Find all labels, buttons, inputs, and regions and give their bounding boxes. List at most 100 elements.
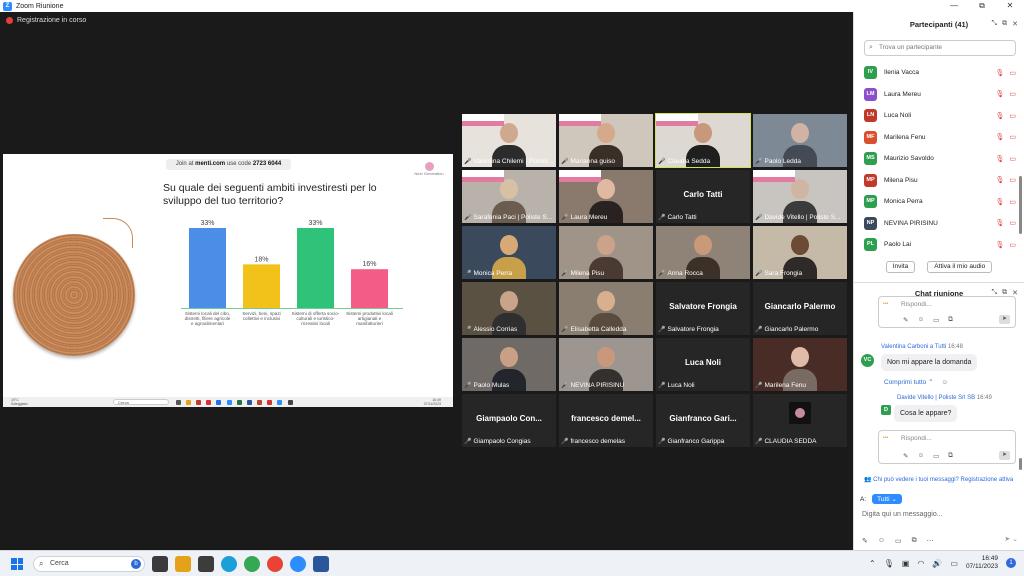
participant-row[interactable]: LM Laura Mereu 🎙 ▭ bbox=[864, 84, 1016, 106]
format-icon[interactable]: ✎ bbox=[903, 316, 908, 324]
chrome-profile-icon[interactable] bbox=[267, 556, 283, 572]
emoji-icon[interactable]: ☺ bbox=[917, 316, 924, 324]
participant-display-name: Luca Noli bbox=[684, 358, 721, 367]
participant-video-tile[interactable]: 🎤 Alessio Corrias bbox=[462, 282, 556, 335]
camera-icon[interactable]: ▣ bbox=[902, 559, 910, 568]
participant-video-tile[interactable]: 🎤 Monica Perra bbox=[462, 226, 556, 279]
participant-row[interactable]: PL Paolo Lai 🎙 ▭ bbox=[864, 234, 1016, 256]
send-icon[interactable]: ➤ bbox=[999, 315, 1010, 324]
minimize-button[interactable]: — bbox=[940, 1, 968, 11]
participant-video-tile[interactable]: Gianfranco Gari... 🎤 Gianfranco Garippa bbox=[656, 394, 750, 447]
emoji-icon[interactable]: ☺ bbox=[878, 537, 885, 545]
participant-row[interactable]: MP Milena Pisu 🎙 ▭ bbox=[864, 170, 1016, 192]
word-icon[interactable] bbox=[313, 556, 329, 572]
more-icon[interactable]: ⋯ bbox=[927, 537, 934, 545]
bing-icon[interactable]: b bbox=[131, 559, 141, 569]
clock-date: 07/11/2023 bbox=[965, 563, 998, 570]
chevron-up-icon[interactable]: ⌃ bbox=[869, 559, 876, 568]
recipient-dropdown[interactable]: Tutti ⌄ bbox=[872, 494, 902, 504]
microphone-icon[interactable]: 🎙 bbox=[884, 559, 894, 568]
participants-scrollbar[interactable] bbox=[1019, 176, 1022, 234]
speaker-icon[interactable]: 🔊 bbox=[932, 559, 942, 568]
invite-button[interactable]: Invita bbox=[885, 261, 916, 273]
participant-row[interactable]: MP Monica Perra 🎙 ▭ bbox=[864, 191, 1016, 213]
participant-video-tile[interactable]: 🎤 Marilena Fenu bbox=[753, 338, 847, 391]
popout-icon[interactable]: ⧉ bbox=[1002, 20, 1007, 28]
file-explorer-icon[interactable] bbox=[175, 556, 191, 572]
send-message-button[interactable]: ➤ ⌄ bbox=[1004, 535, 1018, 543]
close-button[interactable]: ✕ bbox=[996, 1, 1024, 11]
participant-video-tile[interactable]: 🎤 Paolo Ledda bbox=[753, 114, 847, 167]
participant-video-tile[interactable]: 🎤 CLAUDIA SEDDA bbox=[753, 394, 847, 447]
participant-video-tile[interactable]: 🎤 Anna Rocca bbox=[656, 226, 750, 279]
participant-video-tile[interactable]: 🎤 Sarafenia Paci | Poliste S... bbox=[462, 170, 556, 223]
participant-row[interactable]: NP NEVINA PIRISINU 🎙 ▭ bbox=[864, 213, 1016, 235]
chat-message-bubble[interactable]: Cosa le appare? bbox=[894, 405, 958, 422]
participant-video-tile[interactable]: 🎤 Marianna guiso bbox=[559, 114, 653, 167]
video-off-icon: ▭ bbox=[1009, 220, 1016, 228]
shared-app-icon bbox=[206, 399, 212, 405]
chat-input[interactable]: Digita qui un messaggio... bbox=[862, 511, 943, 518]
emoji-icon[interactable]: ☺ bbox=[917, 452, 924, 460]
chat-visibility-notice[interactable]: 👥 Chi può vedere i tuoi messaggi? Regist… bbox=[864, 476, 1013, 483]
store-icon[interactable] bbox=[198, 556, 214, 572]
participant-name-label: 🎤 Anna Rocca bbox=[658, 269, 748, 278]
participant-video-tile[interactable]: 🎤 Davide Vitello | Poliste S... bbox=[753, 170, 847, 223]
edge-icon[interactable] bbox=[221, 556, 237, 572]
attach-icon[interactable]: ▭ bbox=[933, 452, 939, 460]
more-icon[interactable]: ⧉ bbox=[948, 316, 953, 324]
add-reaction-icon[interactable]: ☺ bbox=[941, 379, 948, 386]
task-view-icon[interactable] bbox=[152, 556, 168, 572]
attach-icon[interactable]: ▭ bbox=[933, 316, 939, 324]
chart-bar bbox=[297, 228, 334, 308]
participant-video-tile[interactable]: 🎤 Laura Mereu bbox=[559, 170, 653, 223]
taskbar-clock[interactable]: 16:49 07/11/2023 bbox=[966, 555, 998, 571]
participant-video-tile[interactable]: Giancarlo Palermo 🎤 Giancarlo Palermo bbox=[753, 282, 847, 335]
collapse-icon[interactable]: ⤡ bbox=[992, 20, 998, 28]
chat-scrollbar[interactable] bbox=[1019, 458, 1022, 470]
close-icon[interactable]: ✕ bbox=[1012, 20, 1018, 28]
wifi-icon[interactable]: ◠ bbox=[917, 559, 924, 568]
participant-video-tile[interactable]: francesco demel... 🎤 francesco demelas bbox=[559, 394, 653, 447]
participant-row[interactable]: LN Luca Noli 🎙 ▭ bbox=[864, 105, 1016, 127]
participant-video-tile[interactable]: Luca Noli 🎤 Luca Noli bbox=[656, 338, 750, 391]
participant-video-tile[interactable]: 🎤 Claudia Sedda bbox=[655, 113, 751, 168]
participant-video-tile[interactable]: Carlo Tatti 🎤 Carlo Tatti bbox=[656, 170, 750, 223]
participant-row[interactable]: MF Marilena Fenu 🎙 ▭ bbox=[864, 127, 1016, 149]
participant-row[interactable]: IV Ilenia Vacca 🎙 ▭ bbox=[864, 62, 1016, 84]
participant-search-input[interactable]: ⌕ Trova un partecipante bbox=[864, 40, 1016, 56]
more-icon[interactable]: ⧉ bbox=[948, 452, 953, 460]
reply-box-bottom[interactable]: ••• Rispondi... ✎ ☺ ▭ ⧉ ➤ bbox=[878, 430, 1016, 464]
poll-question: Su quale dei seguenti ambiti investirest… bbox=[163, 182, 377, 207]
unmute-self-button[interactable]: Attiva il mio audio bbox=[927, 261, 993, 273]
chrome-icon[interactable] bbox=[244, 556, 260, 572]
muted-mic-icon: 🎤 bbox=[561, 271, 569, 277]
send-icon[interactable]: ➤ bbox=[999, 451, 1010, 460]
person-head bbox=[597, 291, 615, 311]
participant-video-tile[interactable]: 🎤 Valentina Chilemi | Poliste ... bbox=[462, 114, 556, 167]
participant-video-tile[interactable]: Salvatore Frongia 🎤 Salvatore Frongia bbox=[656, 282, 750, 335]
participant-video-tile[interactable]: 🎤 Sara Frongia bbox=[753, 226, 847, 279]
windows-start-icon[interactable] bbox=[11, 558, 23, 570]
format-icon[interactable]: ✎ bbox=[862, 537, 868, 545]
screenshot-icon[interactable]: ⧉ bbox=[912, 537, 917, 545]
participant-name: Elisabetta Calledda bbox=[570, 326, 627, 333]
taskbar-search-input[interactable]: ⌕ Cerca b bbox=[33, 556, 145, 572]
participant-video-tile[interactable]: 🎤 Milena Pisu bbox=[559, 226, 653, 279]
battery-icon[interactable]: ▭ bbox=[950, 559, 958, 568]
participant-video-tile[interactable]: 🎤 NEVINA PIRISINU bbox=[559, 338, 653, 391]
shared-app-icon bbox=[195, 399, 201, 405]
participant-video-tile[interactable]: 🎤 Elisabetta Calledda bbox=[559, 282, 653, 335]
recording-indicator[interactable]: Registrazione in corso bbox=[6, 17, 86, 24]
maximize-button[interactable]: ⧉ bbox=[968, 1, 996, 11]
participant-row[interactable]: MS Maurizio Savoldo 🎙 ▭ bbox=[864, 148, 1016, 170]
participant-video-tile[interactable]: 🎤 Paolo Mulas bbox=[462, 338, 556, 391]
chat-message-bubble[interactable]: Non mi appare la domanda bbox=[881, 354, 978, 371]
format-icon[interactable]: ✎ bbox=[903, 452, 908, 460]
reply-box-top[interactable]: ••• Rispondi... ✎ ☺ ▭ ⧉ ➤ bbox=[878, 296, 1016, 328]
collapse-all-link[interactable]: Comprimi tutto ⌃ ☺ bbox=[884, 378, 948, 386]
notification-badge[interactable]: 1 bbox=[1006, 558, 1016, 568]
zoom-icon[interactable] bbox=[290, 556, 306, 572]
participant-video-tile[interactable]: Giampaolo Con... 🎤 Giampaolo Congias bbox=[462, 394, 556, 447]
attach-icon[interactable]: ▭ bbox=[895, 537, 902, 545]
